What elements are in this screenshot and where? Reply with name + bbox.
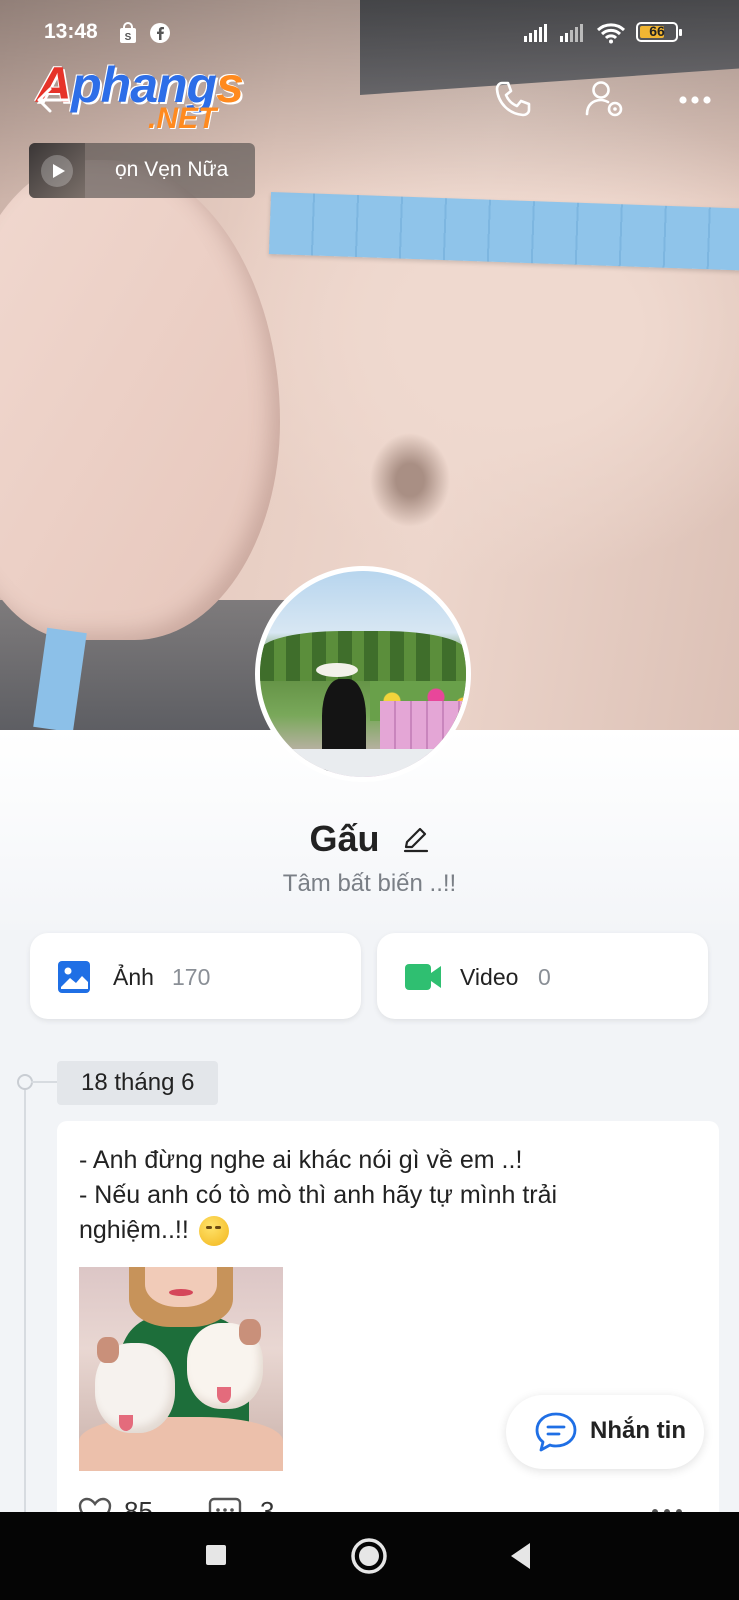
signal-2-icon xyxy=(560,24,583,42)
videos-card[interactable]: Video 0 xyxy=(377,933,708,1019)
profile-music-player[interactable]: ọn Vẹn Nữa xyxy=(29,143,255,198)
photo-dog-tongue xyxy=(119,1415,133,1431)
facebook-icon xyxy=(150,23,170,43)
battery-indicator: 66 xyxy=(636,22,682,42)
post-line-2: - Nếu anh có tò mò thì anh hãy tự mình t… xyxy=(79,1181,558,1209)
back-arrow-icon[interactable] xyxy=(36,86,70,114)
back-icon[interactable] xyxy=(508,1512,534,1600)
post-text: - Anh đừng nghe ai khác nói gì về em ..!… xyxy=(79,1143,639,1248)
profile-name: Gấu xyxy=(309,818,380,860)
videos-label: Video xyxy=(460,964,519,990)
watermark-logo: Aphangs .NET xyxy=(36,57,244,135)
user-settings-icon[interactable] xyxy=(584,78,626,120)
photos-count: 170 xyxy=(172,964,211,990)
videos-count: 0 xyxy=(538,964,551,990)
timeline-line xyxy=(24,1082,26,1522)
system-nav-bar xyxy=(0,1512,739,1600)
thinking-emoji-icon xyxy=(198,1216,229,1247)
profile-status: Tâm bất biến ..!! xyxy=(282,870,457,897)
signal-icon xyxy=(524,24,547,42)
post-line-3: nghiệm..!! xyxy=(79,1216,189,1244)
photos-card[interactable]: Ảnh 170 xyxy=(30,933,361,1019)
shopping-bag-icon: S xyxy=(120,22,136,43)
avatar[interactable] xyxy=(255,566,471,782)
more-icon[interactable] xyxy=(678,94,712,106)
photo-dog-tongue xyxy=(217,1387,231,1403)
cover-hand xyxy=(0,160,280,640)
post-line-1: - Anh đừng nghe ai khác nói gì về em ..! xyxy=(79,1146,523,1174)
photo-dog-ear xyxy=(239,1319,261,1345)
recents-icon[interactable] xyxy=(203,1512,229,1600)
timeline-connector xyxy=(31,1081,57,1083)
photos-label: Ảnh xyxy=(113,964,154,990)
avatar-trees xyxy=(260,631,466,681)
play-icon[interactable] xyxy=(41,155,73,187)
image-icon xyxy=(58,961,90,993)
music-title: ọn Vẹn Nữa xyxy=(115,158,229,181)
timeline-date: 18 tháng 6 xyxy=(57,1061,219,1105)
post-photo[interactable] xyxy=(79,1267,283,1471)
wifi-icon xyxy=(596,23,626,44)
photo-face xyxy=(145,1267,217,1307)
avatar-hat xyxy=(316,663,358,677)
phone-icon[interactable] xyxy=(494,80,532,118)
video-camera-icon xyxy=(405,964,441,990)
svg-text:S: S xyxy=(125,32,132,43)
cover-measuring-tape xyxy=(268,192,739,271)
home-icon[interactable] xyxy=(350,1512,388,1600)
status-time: 13:48 xyxy=(44,20,98,43)
message-button-label: Nhắn tin xyxy=(590,1417,686,1444)
photo-lips xyxy=(169,1289,193,1296)
chat-bubble-icon xyxy=(535,1412,577,1452)
message-button[interactable]: Nhắn tin xyxy=(506,1395,704,1469)
photo-dog-ear xyxy=(97,1337,119,1363)
profile-name-row: Gấu xyxy=(0,816,739,860)
battery-level: 66 xyxy=(649,23,665,39)
post-line-3-row: nghiệm..!! xyxy=(79,1213,639,1248)
edit-icon[interactable] xyxy=(402,825,430,853)
